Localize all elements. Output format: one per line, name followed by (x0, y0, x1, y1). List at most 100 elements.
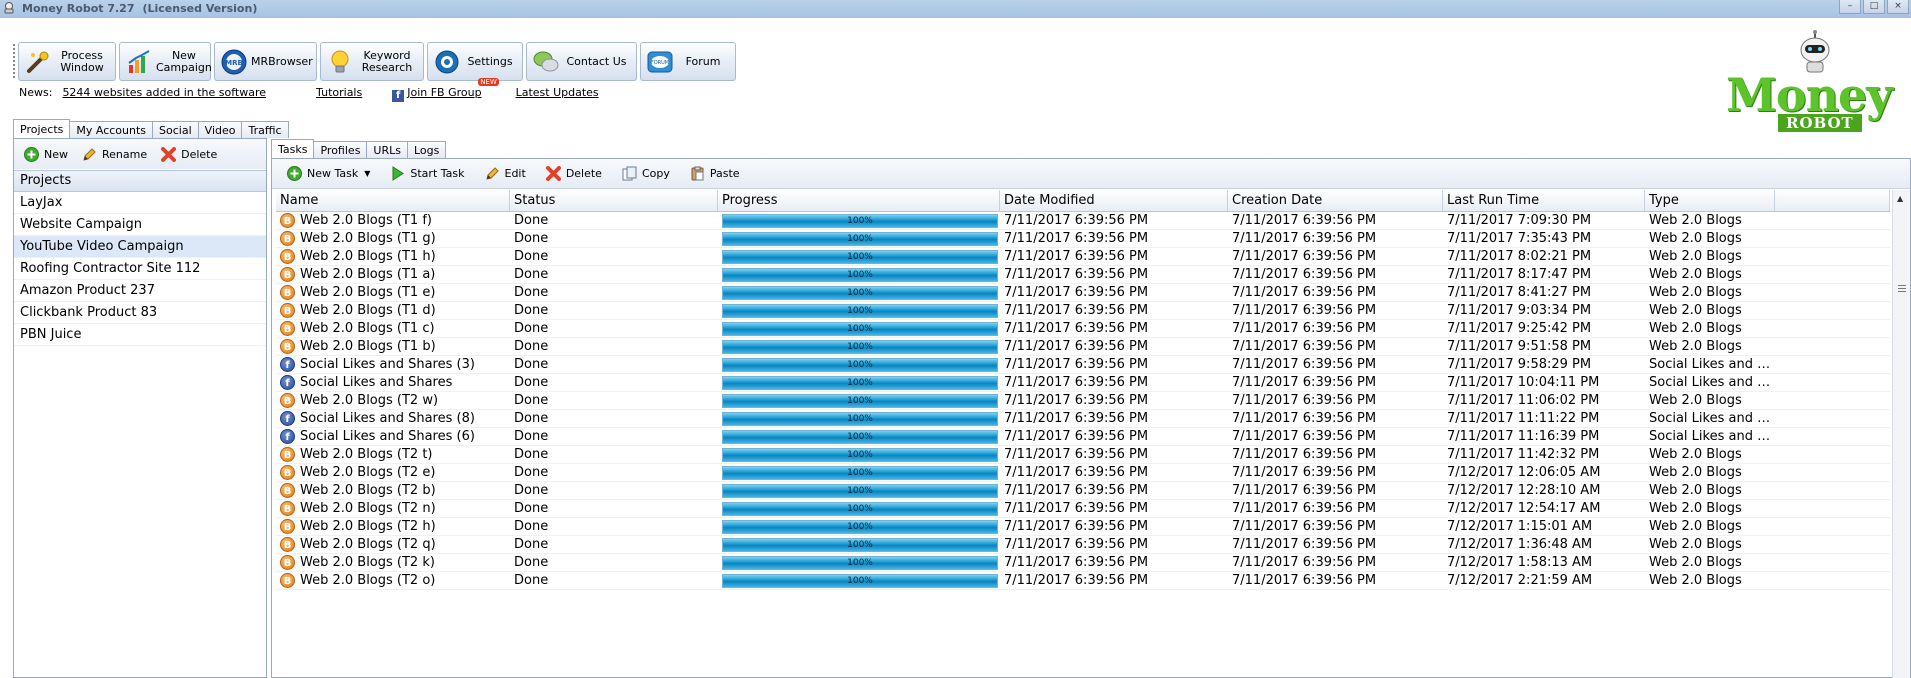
tab-video[interactable]: Video (197, 121, 243, 138)
cell-last_run: 7/11/2017 11:42:32 PM (1447, 447, 1600, 462)
tab-my-accounts[interactable]: My Accounts (69, 121, 154, 138)
table-row[interactable]: B Web 2.0 Blogs (T2 t) Done 100% 7/11/2017 6… (276, 446, 1890, 464)
money-robot-logo: Money ROBOT (1722, 30, 1911, 134)
settings-button[interactable]: Settings (427, 42, 523, 81)
progress-bar: 100% (722, 214, 998, 228)
table-row[interactable]: B Web 2.0 Blogs (T1 b) Done 100% 7/11/2017 6… (276, 338, 1890, 356)
table-row[interactable]: f Social Likes and Shares Done 100% 7/11/201… (276, 374, 1890, 392)
tab-profiles[interactable]: Profiles (313, 141, 368, 158)
tab-projects[interactable]: Projects (13, 119, 71, 138)
fb-group-link[interactable]: f Join FB Group NEW (392, 78, 499, 102)
start-task-button[interactable]: Start Task (390, 166, 465, 181)
news-headline-link[interactable]: 5244 websites added in the software (62, 86, 266, 100)
add-icon (287, 166, 302, 181)
contact-us-button[interactable]: Contact Us (526, 42, 637, 81)
tab-tasks[interactable]: Tasks (271, 139, 315, 158)
table-row[interactable]: f Social Likes and Shares (8) Done 100% 7/11… (276, 410, 1890, 428)
table-row[interactable]: B Web 2.0 Blogs (T1 a) Done 100% 7/11/2017 6… (276, 266, 1890, 284)
cell-status: Done (514, 285, 549, 300)
blogger-icon: B (280, 285, 295, 300)
column-header-creation-date[interactable]: Creation Date (1228, 190, 1443, 211)
minimize-button[interactable]: – (1839, 0, 1861, 14)
tab-social[interactable]: Social (152, 121, 199, 138)
cell-extra (1775, 248, 1890, 265)
new-campaign-button[interactable]: New Campaign (119, 42, 212, 81)
cell-extra (1775, 500, 1890, 517)
table-row[interactable]: B Web 2.0 Blogs (T1 h) Done 100% 7/11/2017 6… (276, 248, 1890, 266)
tutorials-link[interactable]: Tutorials (316, 86, 362, 100)
cell-modified: 7/11/2017 6:39:56 PM (1004, 465, 1149, 480)
tab-traffic[interactable]: Traffic (241, 121, 289, 138)
cell-type: Web 2.0 Blogs (1649, 393, 1742, 408)
blogger-icon: B (280, 321, 295, 336)
keyword-research-button[interactable]: Keyword Research (320, 42, 424, 81)
vertical-scrollbar[interactable]: ▲ (1892, 190, 1910, 678)
cell-created: 7/11/2017 6:39:56 PM (1232, 447, 1377, 462)
table-row[interactable]: B Web 2.0 Blogs (T1 g) Done 100% 7/11/2017 6… (276, 230, 1890, 248)
mrbrowser-button[interactable]: MRB MRBrowser (214, 42, 317, 81)
close-button[interactable]: × (1887, 0, 1909, 14)
project-item[interactable]: Roofing Contractor Site 112 (14, 258, 266, 280)
progress-bar: 100% (722, 466, 998, 480)
project-item[interactable]: Amazon Product 237 (14, 280, 266, 302)
forum-button[interactable]: FORUM Forum (640, 42, 736, 81)
cell-last_run: 7/11/2017 7:09:30 PM (1447, 213, 1592, 228)
scroll-thumb-grip[interactable] (1898, 285, 1906, 293)
dropdown-caret-icon[interactable]: ▼ (364, 169, 370, 178)
cell-type: Web 2.0 Blogs (1649, 249, 1742, 264)
delete-project-button[interactable]: Delete (161, 146, 217, 162)
table-row[interactable]: B Web 2.0 Blogs (T1 c) Done 100% 7/11/2017 6… (276, 320, 1890, 338)
project-item[interactable]: Clickbank Product 83 (14, 302, 266, 324)
table-row[interactable]: B Web 2.0 Blogs (T1 d) Done 100% 7/11/2017 6… (276, 302, 1890, 320)
progress-bar: 100% (722, 340, 998, 354)
table-row[interactable]: B Web 2.0 Blogs (T2 e) Done 100% 7/11/2017 6… (276, 464, 1890, 482)
column-header-extra[interactable] (1775, 190, 1890, 211)
settings-swirl-icon (434, 49, 460, 75)
delete-task-button[interactable]: Delete (545, 166, 602, 181)
paste-task-button[interactable]: Paste (690, 166, 740, 181)
project-item[interactable]: PBN Juice (14, 324, 266, 346)
project-item[interactable]: LayJax (14, 192, 266, 214)
column-header-last-run-time[interactable]: Last Run Time (1443, 190, 1645, 211)
projects-header: Projects (14, 170, 266, 192)
column-header-name[interactable]: Name (276, 190, 510, 211)
cell-modified: 7/11/2017 6:39:56 PM (1004, 447, 1149, 462)
cell-progress: 100% (718, 446, 1000, 463)
table-row[interactable]: B Web 2.0 Blogs (T1 f) Done 100% 7/11/2017 6… (276, 212, 1890, 230)
project-item[interactable]: YouTube Video Campaign (14, 236, 266, 258)
table-row[interactable]: B Web 2.0 Blogs (T2 o) Done 100% 7/11/2017 6… (276, 572, 1890, 590)
table-row[interactable]: B Web 2.0 Blogs (T2 n) Done 100% 7/11/2017 6… (276, 500, 1890, 518)
scroll-up-arrow-icon[interactable]: ▲ (1897, 194, 1903, 203)
tab-urls[interactable]: URLs (366, 141, 408, 158)
toolbar-button-label: Keyword Research (361, 48, 413, 74)
cell-created: 7/11/2017 6:39:56 PM (1232, 303, 1377, 318)
column-header-progress[interactable]: Progress (718, 190, 1000, 211)
column-header-status[interactable]: Status (510, 190, 718, 211)
process-window-button[interactable]: Process Window (18, 42, 116, 81)
maximize-button[interactable]: □ (1863, 0, 1885, 14)
latest-updates-link[interactable]: Latest Updates (516, 86, 599, 100)
new-task-button[interactable]: New Task ▼ (287, 166, 370, 181)
tab-logs[interactable]: Logs (406, 141, 447, 158)
table-row[interactable]: f Social Likes and Shares (3) Done 100% 7/11… (276, 356, 1890, 374)
project-item[interactable]: Website Campaign (14, 214, 266, 236)
table-row[interactable]: B Web 2.0 Blogs (T2 b) Done 100% 7/11/2017 6… (276, 482, 1890, 500)
rename-project-button[interactable]: Rename (82, 147, 147, 162)
table-row[interactable]: f Social Likes and Shares (6) Done 100% 7/11… (276, 428, 1890, 446)
table-row[interactable]: B Web 2.0 Blogs (T1 e) Done 100% 7/11/2017 6… (276, 284, 1890, 302)
table-row[interactable]: B Web 2.0 Blogs (T2 w) Done 100% 7/11/2017 6… (276, 392, 1890, 410)
table-row[interactable]: B Web 2.0 Blogs (T2 h) Done 100% 7/11/2017 6… (276, 518, 1890, 536)
table-row[interactable]: B Web 2.0 Blogs (T2 q) Done 100% 7/11/2017 6… (276, 536, 1890, 554)
projects-panel: New Rename Delete Projects LayJax Website… (13, 138, 267, 678)
table-row[interactable]: B Web 2.0 Blogs (T2 k) Done 100% 7/11/2017 6… (276, 554, 1890, 572)
tasks-table: Name Status Progress Date Modified Creation … (276, 190, 1890, 678)
edit-task-button[interactable]: Edit (485, 166, 526, 181)
new-project-button[interactable]: New (24, 146, 68, 162)
toolbar-button-label: Settings (467, 54, 513, 68)
column-header-type[interactable]: Type (1645, 190, 1775, 211)
cell-status: Done (514, 447, 549, 462)
column-header-date-modified[interactable]: Date Modified (1000, 190, 1228, 211)
toolbar-grip[interactable] (13, 44, 15, 78)
cell-progress: 100% (718, 374, 1000, 391)
copy-task-button[interactable]: Copy (622, 166, 670, 181)
